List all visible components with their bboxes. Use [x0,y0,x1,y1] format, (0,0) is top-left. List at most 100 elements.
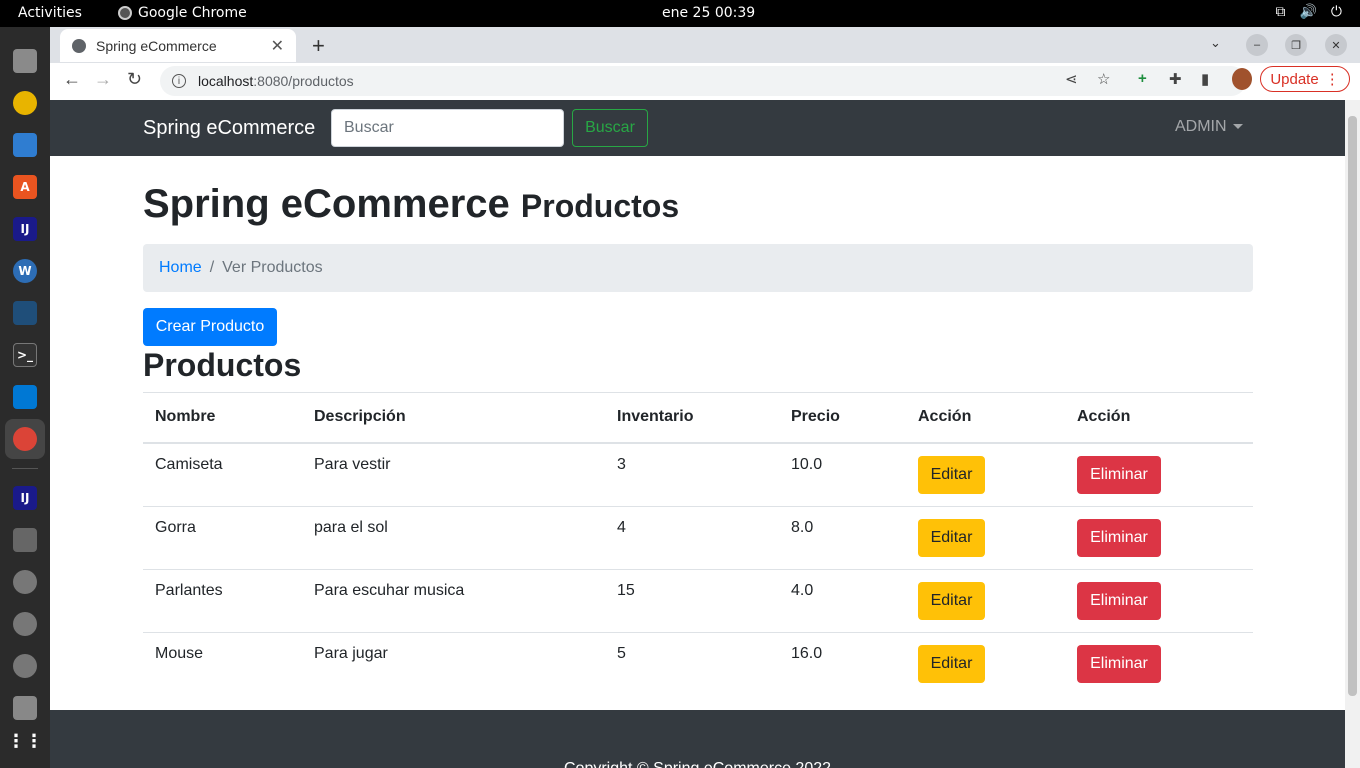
breadcrumb-current: Ver Productos [222,259,323,276]
cell-descripcion: Para escuhar musica [302,568,605,632]
edit-button[interactable]: Editar [918,455,985,494]
extension-plus-icon[interactable]: + [1138,70,1147,87]
page-title-subtitle: Productos [520,188,680,224]
maximize-button[interactable]: ❐ [1285,34,1307,56]
address-bar[interactable]: i localhost :8080/productos [160,66,1246,96]
chrome-app-icon [118,6,132,20]
disk-icon[interactable] [13,570,37,594]
cell-delete-action: Eliminar [1065,442,1253,506]
delete-button[interactable]: Eliminar [1077,644,1161,683]
intellij-icon[interactable]: IJ [13,217,37,241]
intellij-running-icon[interactable]: IJ [13,486,37,510]
disk-icon[interactable] [13,654,37,678]
kebab-menu-icon: ⋮ [1324,71,1340,88]
page-title: Spring eCommerce Productos [143,182,679,227]
new-tab-button[interactable]: + [312,33,325,59]
vscode-icon[interactable] [13,385,37,409]
cell-precio: 8.0 [779,505,906,569]
usb-drive-icon[interactable] [13,528,37,552]
tab-search-chevron-icon[interactable]: ⌄ [1210,35,1221,51]
create-product-button[interactable]: Crear Producto [143,308,277,346]
footer-copyright: Copyright © Spring eCommerce 2022 [564,760,831,768]
page-scrollbar[interactable] [1345,100,1360,768]
tab-title: Spring eCommerce [96,37,217,54]
browser-chrome: Spring eCommerce ✕ + ⌄ – ❐ ✕ ← → ↻ i loc… [50,27,1360,100]
trash-icon[interactable] [13,696,37,720]
navbar-brand[interactable]: Spring eCommerce [143,117,315,140]
delete-button[interactable]: Eliminar [1077,518,1161,557]
admin-dropdown[interactable]: ADMIN [1175,118,1243,136]
close-window-button[interactable]: ✕ [1325,34,1347,56]
column-header-nombre: Nombre [143,392,302,444]
reload-icon[interactable]: ↻ [127,69,142,90]
table-row: Camiseta Para vestir 3 10.0 Editar Elimi… [143,442,1253,506]
bookmark-star-icon[interactable]: ☆ [1097,70,1110,88]
cell-descripcion: Para jugar [302,631,605,695]
admin-label: ADMIN [1175,118,1227,135]
table-row: Gorra para el sol 4 8.0 Editar Eliminar [143,505,1253,569]
table-row: Parlantes Para escuhar musica 15 4.0 Edi… [143,568,1253,632]
site-navbar: Spring eCommerce Buscar ADMIN [50,100,1345,156]
cell-nombre: Gorra [143,505,302,569]
globe-icon [72,38,86,53]
cell-descripcion: Para vestir [302,442,605,506]
files-icon[interactable] [13,49,37,73]
rhythmbox-icon[interactable] [13,91,37,115]
cell-nombre: Camiseta [143,442,302,506]
products-table: Nombre Descripción Inventario Precio Acc… [143,392,1253,695]
cell-inventario: 3 [605,442,779,506]
table-row: Mouse Para jugar 5 16.0 Editar Eliminar [143,631,1253,695]
software-center-icon[interactable]: A [13,175,37,199]
active-app-menu[interactable]: Google Chrome [118,5,247,21]
edit-button[interactable]: Editar [918,644,985,683]
breadcrumb-home-link[interactable]: Home [159,259,202,276]
mysql-workbench-icon[interactable] [13,301,37,325]
browser-tab[interactable]: Spring eCommerce ✕ [60,29,296,62]
cell-precio: 4.0 [779,568,906,632]
search-input[interactable] [331,109,564,147]
extensions-puzzle-icon[interactable]: ✚ [1169,70,1182,88]
edit-button[interactable]: Editar [918,581,985,620]
power-icon: ⏻ [1330,4,1342,20]
show-apps-icon[interactable]: ⋮⋮ [7,729,43,753]
cell-edit-action: Editar [906,631,1065,695]
dock-separator [12,468,38,469]
dock: A IJ W >_ IJ ⋮⋮ [0,27,50,768]
cell-inventario: 5 [605,631,779,695]
delete-button[interactable]: Eliminar [1077,581,1161,620]
network-icon: ⧉ [1275,4,1286,20]
update-button[interactable]: Update ⋮ [1260,66,1350,92]
column-header-precio: Precio [779,392,906,444]
edit-button[interactable]: Editar [918,518,985,557]
cell-edit-action: Editar [906,442,1065,506]
side-panel-icon[interactable]: ▮ [1201,70,1209,88]
column-header-accion-delete: Acción [1065,392,1253,444]
clock[interactable]: ene 25 00:39 [662,5,755,21]
system-top-bar: Activities Google Chrome ene 25 00:39 ⧉ … [0,0,1360,27]
back-arrow-icon[interactable]: ← [63,69,81,90]
forward-arrow-icon[interactable]: → [94,69,112,90]
disk-icon[interactable] [13,612,37,636]
page-title-main: Spring eCommerce [143,182,510,226]
cell-inventario: 15 [605,568,779,632]
url-host: localhost [198,73,254,89]
writer-icon[interactable] [13,133,37,157]
terminal-icon[interactable]: >_ [13,343,37,367]
wps-icon[interactable]: W [13,259,37,283]
search-button[interactable]: Buscar [572,109,648,147]
system-tray[interactable]: ⧉ 🔊 ⏻ [1275,4,1342,20]
column-header-inventario: Inventario [605,392,779,444]
volume-icon: 🔊 [1299,4,1317,20]
activities-button[interactable]: Activities [18,5,82,21]
active-app-name: Google Chrome [138,5,247,21]
delete-button[interactable]: Eliminar [1077,455,1161,494]
close-tab-icon[interactable]: ✕ [271,36,284,56]
minimize-button[interactable]: – [1246,34,1268,56]
profile-avatar[interactable] [1232,68,1252,90]
share-icon[interactable]: ⋖ [1065,70,1078,88]
cell-delete-action: Eliminar [1065,505,1253,569]
scrollbar-thumb[interactable] [1348,116,1357,696]
site-info-icon[interactable]: i [172,74,186,88]
chrome-icon[interactable] [13,427,37,451]
caret-down-icon [1232,124,1243,130]
